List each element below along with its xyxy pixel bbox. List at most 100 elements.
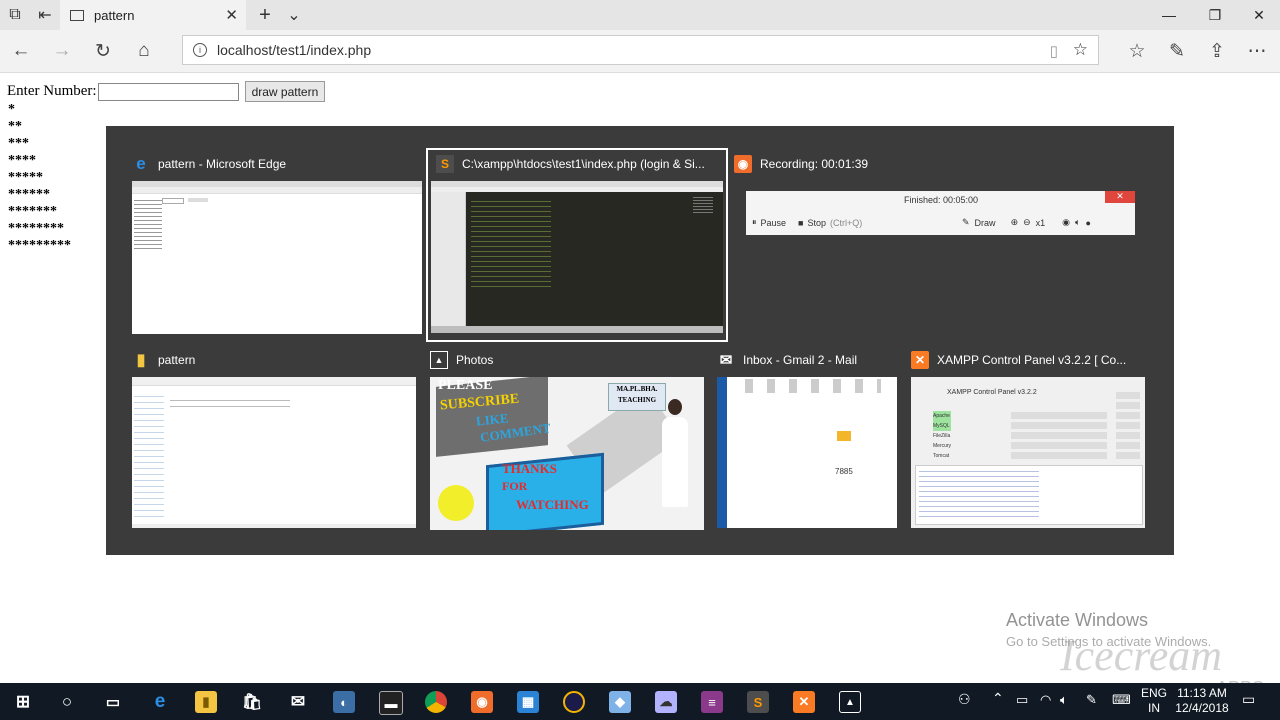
maximize-icon[interactable]: ❐ [1192, 3, 1238, 27]
people-icon[interactable]: ⚇ [958, 692, 971, 707]
eclipse-icon[interactable] [563, 691, 585, 713]
card-title: C:\xampp\htdocs\test1\index.php (login &… [462, 157, 705, 171]
photo-please: PLEASE [438, 378, 493, 393]
photos-taskbar-icon[interactable]: ▲ [839, 691, 861, 713]
mail-taskbar-icon[interactable]: ✉ [287, 691, 309, 713]
window-card-edge[interactable]: e pattern - Microsoft Edge [132, 153, 422, 334]
cloud-app-icon[interactable]: ☁ [655, 691, 677, 713]
microphone-icon: ● [1085, 217, 1091, 228]
browser-tab[interactable]: pattern ✕ [60, 0, 246, 30]
clock[interactable]: 11:13 AM 12/4/2018 [1172, 686, 1232, 716]
mail-icon: ✉ [719, 352, 733, 369]
photo-tag: MA.PL.BHA. TEACHING [608, 383, 666, 411]
share-icon[interactable]: ⇪ [1204, 38, 1230, 64]
language-indicator[interactable]: ENG IN [1140, 686, 1168, 716]
number-label: Enter Number: [7, 83, 97, 99]
photo-tag-line1: MA.PL.BHA. [616, 385, 658, 393]
control-panel-icon[interactable]: ▦ [517, 691, 539, 713]
window-card-recorder[interactable]: ◉ Recording: 00:01:39 ✕ Finished: 00:05:… [734, 153, 1136, 263]
refresh-icon[interactable]: ↻ [90, 38, 116, 64]
card-caption: ✕ XAMPP Control Panel v3.2.2 [ Co... [911, 349, 1126, 371]
card-title: Inbox - Gmail 2 - Mail [743, 353, 858, 367]
xampp-module: Mercury [933, 443, 952, 449]
region-code: IN [1148, 701, 1160, 715]
folder-icon: ▮ [136, 352, 146, 369]
battery-icon[interactable]: ▭ [1016, 692, 1028, 707]
tab-list-chevron-icon[interactable]: ⌄ [283, 4, 305, 26]
window-card-sublime[interactable]: S C:\xampp\htdocs\test1\index.php (login… [426, 148, 728, 342]
window-card-xampp[interactable]: ✕ XAMPP Control Panel v3.2.2 [ Co... XAM… [911, 349, 1146, 529]
explorer-thumbnail [132, 377, 416, 528]
forward-icon[interactable]: → [49, 38, 75, 64]
terminal-icon[interactable]: ▬ [379, 691, 403, 715]
close-window-icon[interactable]: ✕ [1236, 3, 1280, 27]
icecream-watermark: Icecream [1060, 631, 1223, 680]
card-title: pattern [158, 353, 196, 367]
xampp-taskbar-icon[interactable]: ✕ [793, 691, 815, 713]
pattern-row: ** [8, 119, 22, 134]
window-card-photos[interactable]: ▲ Photos PLEASE SUBSCRIBE LIKE COMMENT M… [430, 349, 704, 530]
recorder-icon: ◉ [734, 155, 752, 173]
mail-code: 7885 [835, 467, 853, 476]
reading-view-icon[interactable]: ▯ [1050, 42, 1058, 60]
draw-pattern-button[interactable]: draw pattern [244, 81, 326, 102]
pen-workspace-icon[interactable]: ✎ [1086, 692, 1097, 707]
address-bar[interactable]: i localhost/test1/index.php ▯ ☆ [182, 35, 1099, 65]
close-tab-icon[interactable]: ✕ [225, 6, 238, 24]
pattern-row: ********* [8, 238, 71, 253]
cursor-highlight [438, 485, 474, 521]
pattern-row: ****** [8, 187, 50, 202]
winrar-icon[interactable]: ≡ [701, 691, 723, 713]
recorder-stop: Stop [807, 217, 826, 228]
set-aside-tabs-icon[interactable]: ⇤ [34, 4, 56, 26]
site-info-icon[interactable]: i [193, 43, 207, 57]
recorder-speed: x1 [1035, 217, 1046, 228]
app-taskbar-icon[interactable]: ◐ [333, 691, 355, 713]
keyboard-icon[interactable]: ⌨ [1112, 692, 1131, 707]
pattern-row: *** [8, 136, 29, 151]
pattern-row: * [8, 102, 15, 117]
card-caption: ◉ Recording: 00:01:39 [734, 153, 868, 175]
edge-taskbar-icon[interactable]: e [149, 691, 171, 713]
activate-windows-title: Activate Windows [1006, 610, 1149, 630]
pattern-row: **** [8, 153, 36, 168]
number-form: Enter Number: draw pattern [7, 81, 326, 102]
pattern-row: ******* [8, 204, 57, 219]
task-view-icon[interactable]: ▭ [102, 691, 124, 713]
chrome-icon[interactable] [425, 691, 447, 713]
photo-thanks: THANKS [502, 461, 557, 476]
card-caption: S C:\xampp\htdocs\test1\index.php (login… [436, 153, 705, 175]
wifi-icon[interactable]: ◠ [1040, 692, 1051, 707]
sublime-taskbar-icon[interactable]: S [747, 691, 769, 713]
recorder-draw: Draw [974, 217, 996, 228]
back-icon[interactable]: ← [8, 38, 34, 64]
minimize-icon[interactable]: — [1146, 3, 1192, 27]
virtualbox-icon[interactable]: ◆ [609, 691, 631, 713]
notifications-icon[interactable]: ▭ [1242, 692, 1255, 707]
start-windows-icon[interactable]: ⊞ [12, 691, 34, 713]
new-tab-button[interactable]: + [254, 4, 276, 26]
chevron-up-icon[interactable]: ⌃ [992, 691, 1004, 706]
pause-icon: ⏸ [752, 217, 757, 227]
home-icon[interactable]: ⌂ [131, 38, 157, 64]
explorer-taskbar-icon[interactable]: ▮ [195, 691, 217, 713]
pen-icon[interactable]: ✎ [1164, 38, 1190, 64]
card-title: pattern - Microsoft Edge [158, 157, 287, 171]
store-icon[interactable]: 🛍︎ [241, 691, 263, 713]
number-input[interactable] [97, 82, 239, 101]
cortana-icon[interactable]: ○ [56, 691, 78, 713]
more-icon[interactable]: ⋯ [1244, 38, 1270, 64]
tab-title: pattern [94, 7, 135, 23]
tab-actions-icon[interactable]: ⧉ [4, 4, 26, 26]
favorites-icon[interactable]: ☆ [1124, 38, 1150, 64]
recorder-close-icon: ✕ [1105, 191, 1135, 203]
recorder-taskbar-icon[interactable]: ◉ [471, 691, 493, 713]
volume-icon[interactable]: 🔈︎ [1060, 692, 1068, 707]
language-code: ENG [1140, 686, 1167, 700]
card-title: Recording: 00:01:39 [760, 157, 869, 171]
task-view: e pattern - Microsoft Edge S C:\xampp\ht… [106, 126, 1174, 555]
photo-person [662, 417, 688, 507]
window-card-explorer[interactable]: ▮ pattern [132, 349, 416, 529]
favorite-star-icon[interactable]: ☆ [1073, 40, 1088, 60]
window-card-mail[interactable]: ✉ Inbox - Gmail 2 - Mail 7885 [717, 349, 897, 529]
